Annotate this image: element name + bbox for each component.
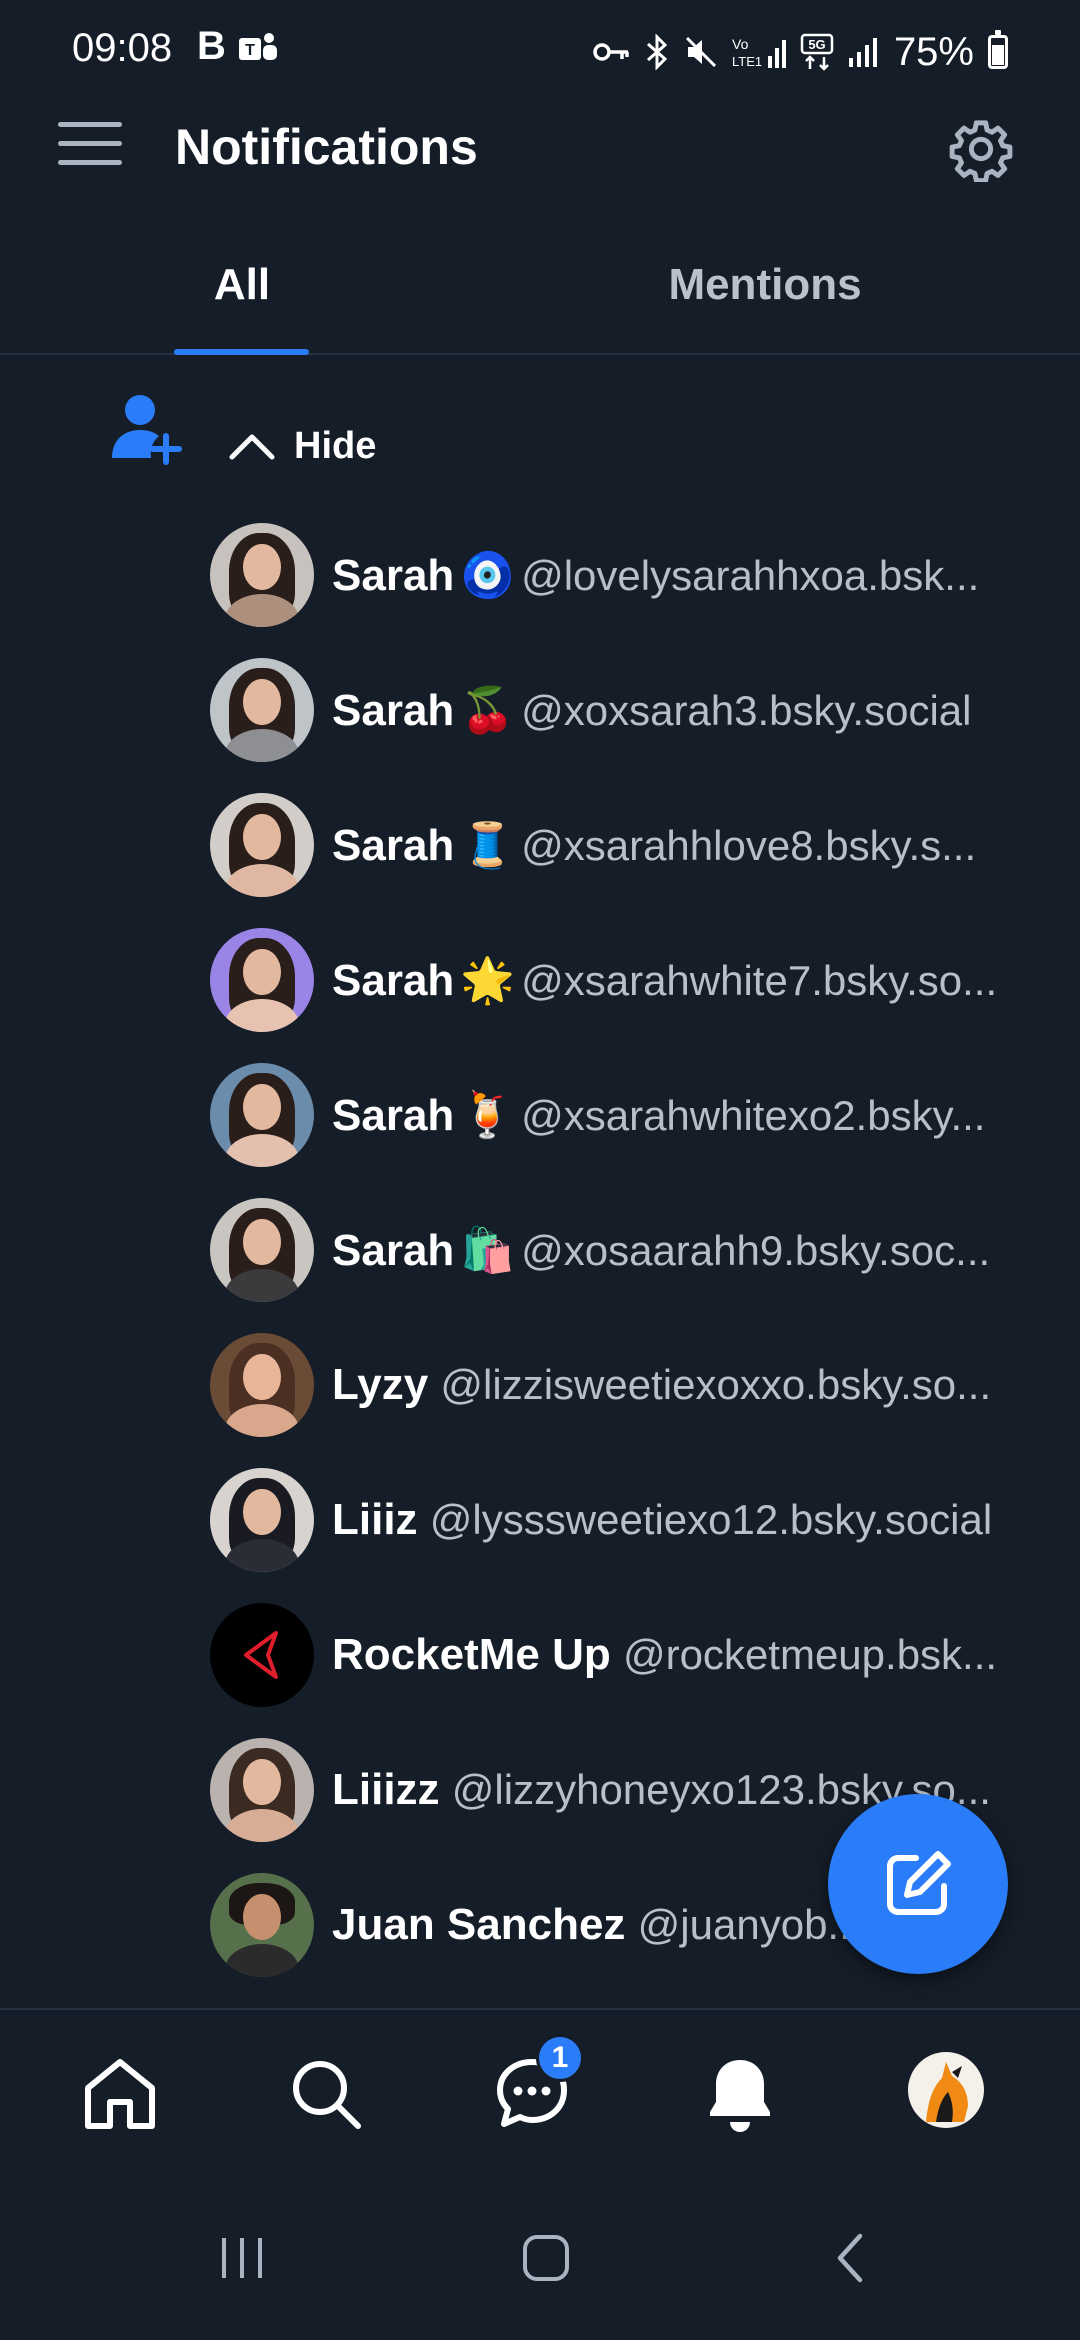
list-item-text: Sarah 🍒 @xoxsarah3.bsky.social xyxy=(332,684,1040,736)
key-icon xyxy=(593,43,629,61)
home-circle-icon[interactable] xyxy=(520,2232,572,2284)
avatar[interactable] xyxy=(210,1198,314,1302)
display-name: Sarah xyxy=(332,956,455,1005)
list-item-text: Sarah 🌟 @xsarahwhite7.bsky.so... xyxy=(332,954,1040,1006)
handle: @xoxsarah3.bsky.social xyxy=(521,687,972,734)
list-item-text: Sarah 🧵 @xsarahhlove8.bsky.s... xyxy=(332,819,1040,871)
avatar[interactable] xyxy=(210,658,314,762)
status-time: 09:08 xyxy=(72,26,173,70)
display-name: RocketMe Up xyxy=(332,1630,611,1679)
gear-icon[interactable] xyxy=(948,116,1014,182)
teams-icon: T xyxy=(239,33,277,60)
display-name: Juan Sanchez xyxy=(332,1900,626,1949)
profile-avatar[interactable] xyxy=(908,2052,984,2128)
list-item-text: Sarah 🍹 @xsarahwhitexo2.bsky... xyxy=(332,1089,1040,1141)
avatar[interactable] xyxy=(210,1603,314,1707)
avatar[interactable] xyxy=(210,1333,314,1437)
handle: @lysssweetiexo12.bsky.social xyxy=(429,1496,993,1543)
svg-text:T: T xyxy=(245,42,255,59)
svg-text:Vo: Vo xyxy=(732,36,749,52)
display-name: Sarah xyxy=(332,686,455,735)
list-item[interactable]: Sarah 🛍️ @xosaarahh9.bsky.soc... xyxy=(210,1198,1040,1302)
display-name: Liiizz xyxy=(332,1765,440,1814)
handle: @lizzisweetiexoxxo.bsky.so... xyxy=(440,1361,992,1408)
avatar[interactable] xyxy=(210,1738,314,1842)
back-icon[interactable] xyxy=(826,2232,878,2284)
list-item[interactable]: Lyzy @lizzisweetiexoxxo.bsky.so... xyxy=(210,1333,1040,1437)
battery-icon xyxy=(988,30,1008,69)
status-icons: Vo LTE1 5G 75% xyxy=(592,24,1008,80)
list-item[interactable]: Sarah 🍒 @xoxsarah3.bsky.social xyxy=(210,658,1040,762)
avatar[interactable] xyxy=(210,793,314,897)
list-item[interactable]: Sarah 🍹 @xsarahwhitexo2.bsky... xyxy=(210,1063,1040,1167)
list-item-text: Sarah 🧿 @lovelysarahhxoa.bsk... xyxy=(332,549,1040,601)
compose-icon xyxy=(887,1851,951,1915)
home-icon[interactable] xyxy=(80,2054,160,2134)
name-emoji: 🧿 xyxy=(460,551,516,600)
recents-icon[interactable] xyxy=(216,2232,268,2284)
chevron-up-icon xyxy=(229,434,275,460)
handle: @juanyob... xyxy=(637,1901,863,1948)
active-tab-indicator xyxy=(174,349,309,355)
list-item[interactable]: RocketMe Up @rocketmeup.bsk... xyxy=(210,1603,1040,1707)
avatar[interactable] xyxy=(210,928,314,1032)
display-name: Liiiz xyxy=(332,1495,418,1544)
status-b-indicator: B xyxy=(197,24,226,68)
tab-all[interactable]: All xyxy=(174,260,310,310)
display-name: Lyzy xyxy=(332,1360,429,1409)
tab-mentions[interactable]: Mentions xyxy=(600,260,930,310)
display-name: Sarah xyxy=(332,1091,455,1140)
system-nav-bar xyxy=(0,2180,1080,2340)
list-item-text: Sarah 🛍️ @xosaarahh9.bsky.soc... xyxy=(332,1224,1040,1276)
name-emoji: 🍹 xyxy=(460,1091,516,1140)
status-bar: 09:08 B T Vo LTE1 5G 75% xyxy=(0,0,1080,105)
list-item-text: Lyzy @lizzisweetiexoxxo.bsky.so... xyxy=(332,1360,1040,1410)
name-emoji: 🌟 xyxy=(460,956,516,1005)
handle: @xosaarahh9.bsky.soc... xyxy=(521,1227,991,1274)
svg-text:5G: 5G xyxy=(808,37,825,52)
hide-label: Hide xyxy=(294,424,377,467)
list-item[interactable]: Liiiz @lysssweetiexo12.bsky.social xyxy=(210,1468,1040,1572)
list-item[interactable]: Sarah 🧵 @xsarahhlove8.bsky.s... xyxy=(210,793,1040,897)
name-emoji: 🛍️ xyxy=(460,1226,516,1275)
battery-percent: 75% xyxy=(893,29,974,74)
mute-icon xyxy=(685,36,716,68)
person-add-icon xyxy=(112,395,182,465)
menu-button[interactable] xyxy=(58,122,122,174)
display-name: Sarah xyxy=(332,821,455,870)
list-item[interactable]: Sarah 🧿 @lovelysarahhxoa.bsk... xyxy=(210,523,1040,627)
avatar[interactable] xyxy=(210,1063,314,1167)
5g-icon: 5G xyxy=(800,33,834,71)
list-item-text: RocketMe Up @rocketmeup.bsk... xyxy=(332,1630,1040,1680)
compose-button[interactable] xyxy=(828,1794,1008,1974)
handle: @rocketmeup.bsk... xyxy=(622,1631,998,1678)
avatar[interactable] xyxy=(210,523,314,627)
handle: @xsarahwhitexo2.bsky... xyxy=(521,1092,986,1139)
avatar[interactable] xyxy=(210,1468,314,1572)
list-item[interactable]: Sarah 🌟 @xsarahwhite7.bsky.so... xyxy=(210,928,1040,1032)
handle: @lovelysarahhxoa.bsk... xyxy=(521,552,980,599)
signal-icon xyxy=(848,38,877,67)
bell-icon[interactable] xyxy=(700,2054,780,2134)
handle: @xsarahhlove8.bsky.s... xyxy=(521,822,977,869)
display-name: Sarah xyxy=(332,1226,455,1275)
list-item-text: Liiiz @lysssweetiexo12.bsky.social xyxy=(332,1495,1040,1545)
name-emoji: 🍒 xyxy=(460,686,516,735)
page-title: Notifications xyxy=(175,119,478,175)
fox-avatar-icon xyxy=(926,2062,968,2122)
volte-icon: Vo LTE1 xyxy=(732,36,786,69)
svg-text:LTE1: LTE1 xyxy=(732,54,762,69)
bluetooth-icon xyxy=(646,34,668,70)
chat-unread-badge: 1 xyxy=(536,2034,584,2082)
handle: @xsarahwhite7.bsky.so... xyxy=(521,957,998,1004)
tab-bar: All Mentions xyxy=(0,240,1080,355)
display-name: Sarah xyxy=(332,551,455,600)
search-icon[interactable] xyxy=(286,2054,366,2134)
rocket-logo-icon xyxy=(244,1631,278,1679)
notifications-screen: 09:08 B T Vo LTE1 5G 75% Notifications Al… xyxy=(0,0,1080,2340)
name-emoji: 🧵 xyxy=(460,821,516,870)
hide-toggle[interactable]: Hide xyxy=(228,418,376,474)
avatar[interactable] xyxy=(210,1873,314,1977)
